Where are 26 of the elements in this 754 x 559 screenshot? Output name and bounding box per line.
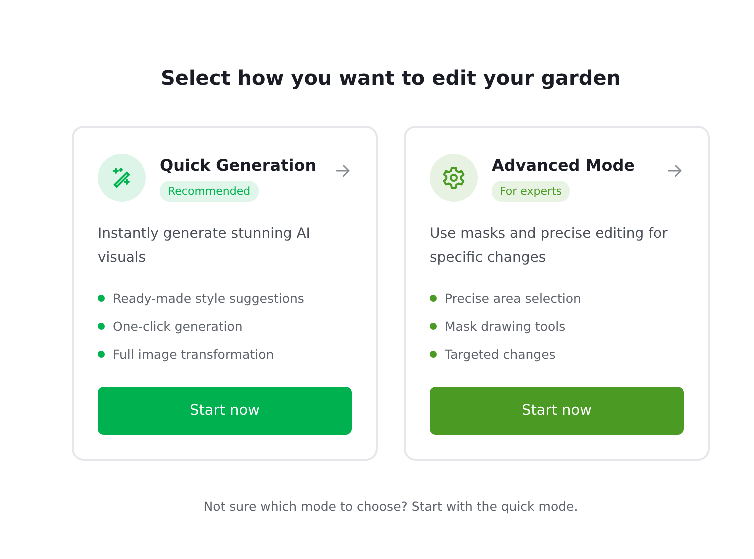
mode-card[interactable]: Advanced Mode For experts Use masks and precise editing for specific changes Precise area selection Mask drawing tools Targeted changes Start now — [404, 126, 710, 461]
feature-text: Mask drawing tools — [445, 318, 566, 334]
bullet-dot — [98, 350, 105, 358]
footer-hint: Not sure which mode to choose? Start with the quick mode. — [204, 499, 578, 514]
bullet-dot — [98, 294, 105, 302]
feature-text: Full image transformation — [113, 346, 274, 362]
feature-text: One-click generation — [113, 318, 243, 334]
feature-text: Precise area selection — [445, 290, 582, 306]
card-title: Advanced Mode — [492, 156, 636, 175]
card-description: Instantly generate stunning AI visuals — [98, 225, 312, 268]
card-description: Use masks and precise editing for specific changes — [430, 225, 669, 268]
bullet-dot — [430, 294, 437, 302]
feature-text: Targeted changes — [445, 346, 556, 362]
bullet-dot — [98, 322, 105, 330]
bullet-dot — [430, 322, 437, 330]
bullet-dot — [430, 350, 437, 358]
settings-icon — [442, 166, 466, 190]
mode-badge: Recommended — [160, 181, 259, 202]
mode-card[interactable]: Quick Generation Recommended Instantly generate stunning AI visuals Ready-made style suggestions One-click generation Full image transformation Start now — [72, 126, 378, 461]
arrow-right-icon[interactable] — [666, 162, 684, 180]
card-title: Quick Generation — [160, 156, 317, 175]
mode-badge: For experts — [492, 181, 570, 202]
page-heading: Select how you want to edit your garden — [160, 66, 622, 90]
feature-text: Ready-made style suggestions — [113, 290, 304, 306]
arrow-right-icon[interactable] — [334, 162, 352, 180]
start-button[interactable]: Start now — [430, 387, 684, 435]
